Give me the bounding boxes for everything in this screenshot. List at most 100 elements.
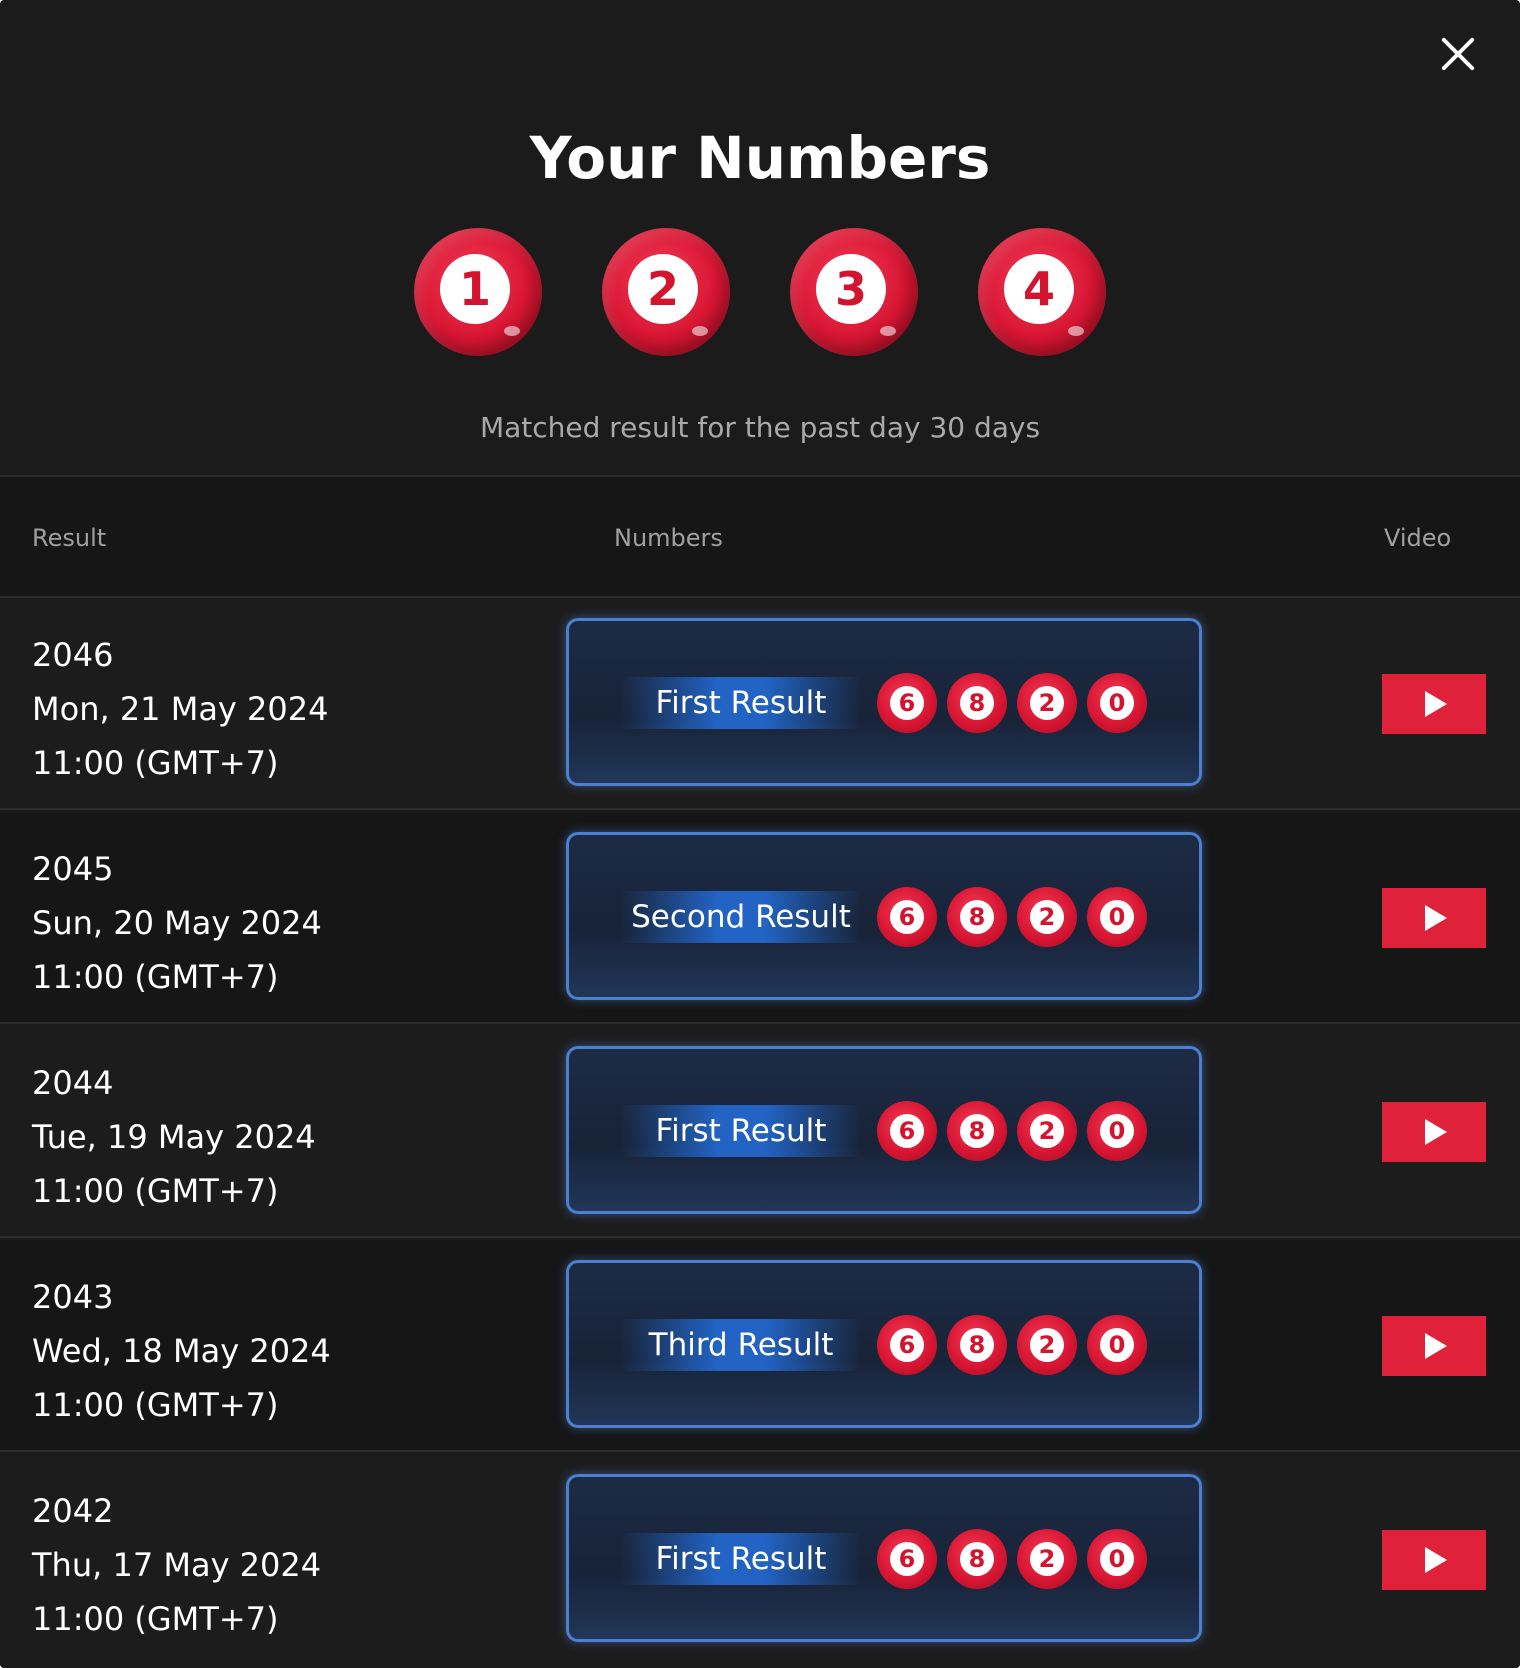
result-info: 2042 Thu, 17 May 2024 11:00 (GMT+7) xyxy=(32,1484,321,1646)
result-box: First Result 6 8 2 0 xyxy=(566,1046,1202,1214)
draw-number: 2043 xyxy=(32,1278,114,1316)
draw-date: Mon, 21 May 2024 xyxy=(32,690,329,728)
number-ball: 6 xyxy=(877,887,937,947)
number-ball-value: 6 xyxy=(890,686,924,720)
draw-time: 11:00 (GMT+7) xyxy=(32,958,279,996)
table-row: 2044 Tue, 19 May 2024 11:00 (GMT+7) Firs… xyxy=(0,1026,1520,1238)
your-numbers: 1 2 3 4 xyxy=(0,228,1520,356)
matched-subtitle: Matched result for the past day 30 days xyxy=(479,411,1041,444)
number-ball: 0 xyxy=(1087,1101,1147,1161)
number-ball-value: 2 xyxy=(1030,1542,1064,1576)
number-ball: 0 xyxy=(1087,887,1147,947)
number-ball-value: 0 xyxy=(1100,686,1134,720)
play-video-button[interactable] xyxy=(1382,674,1486,734)
number-ball: 0 xyxy=(1087,673,1147,733)
table-row: 2042 Thu, 17 May 2024 11:00 (GMT+7) Firs… xyxy=(0,1454,1520,1666)
result-info: 2044 Tue, 19 May 2024 11:00 (GMT+7) xyxy=(32,1056,316,1218)
number-ball-value: 0 xyxy=(1100,1114,1134,1148)
number-ball: 2 xyxy=(1017,887,1077,947)
play-video-button[interactable] xyxy=(1382,1530,1486,1590)
result-label: Third Result xyxy=(621,1319,861,1371)
result-label: First Result xyxy=(621,1105,861,1157)
play-video-button[interactable] xyxy=(1382,1102,1486,1162)
draw-time: 11:00 (GMT+7) xyxy=(32,1172,279,1210)
number-ball: 6 xyxy=(877,1315,937,1375)
modal-title: Your Numbers xyxy=(529,124,991,192)
divider xyxy=(0,1236,1520,1238)
result-info: 2045 Sun, 20 May 2024 11:00 (GMT+7) xyxy=(32,842,322,1004)
number-ball-value: 2 xyxy=(1030,1114,1064,1148)
table-row: 2046 Mon, 21 May 2024 11:00 (GMT+7) Firs… xyxy=(0,598,1520,810)
header-numbers: Numbers xyxy=(614,524,723,552)
draw-number: 2045 xyxy=(32,850,114,888)
number-ball: 0 xyxy=(1087,1315,1147,1375)
number-ball-value: 3 xyxy=(816,254,886,324)
number-ball-value: 2 xyxy=(1030,686,1064,720)
number-ball: 2 xyxy=(602,228,730,356)
play-video-button[interactable] xyxy=(1382,888,1486,948)
number-ball: 8 xyxy=(947,887,1007,947)
number-ball-value: 8 xyxy=(960,1542,994,1576)
number-ball: 2 xyxy=(1017,1529,1077,1589)
number-ball: 6 xyxy=(877,1101,937,1161)
table-row: 2043 Wed, 18 May 2024 11:00 (GMT+7) Thir… xyxy=(0,1240,1520,1452)
number-ball: 6 xyxy=(877,673,937,733)
draw-time: 11:00 (GMT+7) xyxy=(32,744,279,782)
result-info: 2046 Mon, 21 May 2024 11:00 (GMT+7) xyxy=(32,628,328,790)
number-ball-value: 6 xyxy=(890,1114,924,1148)
number-ball-value: 1 xyxy=(440,254,510,324)
play-video-button[interactable] xyxy=(1382,1316,1486,1376)
number-ball: 8 xyxy=(947,1529,1007,1589)
number-ball-value: 2 xyxy=(1030,900,1064,934)
number-ball-value: 2 xyxy=(628,254,698,324)
divider xyxy=(0,1022,1520,1024)
number-ball: 4 xyxy=(978,228,1106,356)
result-label: First Result xyxy=(621,1533,861,1585)
draw-date: Sun, 20 May 2024 xyxy=(32,904,322,942)
number-ball-value: 6 xyxy=(890,900,924,934)
numbers-modal: Your Numbers 1 2 3 4 Matched result for … xyxy=(0,0,1520,1668)
number-ball: 1 xyxy=(414,228,542,356)
number-ball: 0 xyxy=(1087,1529,1147,1589)
result-box: First Result 6 8 2 0 xyxy=(566,618,1202,786)
draw-time: 11:00 (GMT+7) xyxy=(32,1386,279,1424)
number-ball: 2 xyxy=(1017,1315,1077,1375)
result-numbers: 6 8 2 0 xyxy=(877,1101,1147,1161)
draw-date: Thu, 17 May 2024 xyxy=(32,1546,322,1584)
draw-date: Tue, 19 May 2024 xyxy=(32,1118,316,1156)
number-ball-value: 8 xyxy=(960,1114,994,1148)
number-ball: 8 xyxy=(947,1315,1007,1375)
number-ball: 6 xyxy=(877,1529,937,1589)
draw-number: 2046 xyxy=(32,636,114,674)
result-box: First Result 6 8 2 0 xyxy=(566,1474,1202,1642)
result-info: 2043 Wed, 18 May 2024 11:00 (GMT+7) xyxy=(32,1270,331,1432)
number-ball: 2 xyxy=(1017,673,1077,733)
number-ball-value: 8 xyxy=(960,900,994,934)
result-box: Second Result 6 8 2 0 xyxy=(566,832,1202,1000)
result-numbers: 6 8 2 0 xyxy=(877,887,1147,947)
draw-time: 11:00 (GMT+7) xyxy=(32,1600,279,1638)
table-row: 2045 Sun, 20 May 2024 11:00 (GMT+7) Seco… xyxy=(0,812,1520,1024)
result-numbers: 6 8 2 0 xyxy=(877,1529,1147,1589)
number-ball-value: 6 xyxy=(890,1542,924,1576)
number-ball: 3 xyxy=(790,228,918,356)
draw-number: 2042 xyxy=(32,1492,114,1530)
number-ball-value: 6 xyxy=(890,1328,924,1362)
number-ball-value: 0 xyxy=(1100,900,1134,934)
result-box: Third Result 6 8 2 0 xyxy=(566,1260,1202,1428)
result-label: First Result xyxy=(621,677,861,729)
close-icon[interactable] xyxy=(1434,30,1482,78)
result-label: Second Result xyxy=(621,891,861,943)
number-ball: 8 xyxy=(947,1101,1007,1161)
draw-number: 2044 xyxy=(32,1064,114,1102)
number-ball-value: 2 xyxy=(1030,1328,1064,1362)
header-video: Video xyxy=(1384,524,1452,552)
number-ball-value: 8 xyxy=(960,1328,994,1362)
number-ball-value: 0 xyxy=(1100,1328,1134,1362)
number-ball-value: 0 xyxy=(1100,1542,1134,1576)
table-header: Result Numbers Video xyxy=(0,477,1520,597)
divider xyxy=(0,1450,1520,1452)
draw-date: Wed, 18 May 2024 xyxy=(32,1332,331,1370)
number-ball-value: 4 xyxy=(1004,254,1074,324)
number-ball: 8 xyxy=(947,673,1007,733)
